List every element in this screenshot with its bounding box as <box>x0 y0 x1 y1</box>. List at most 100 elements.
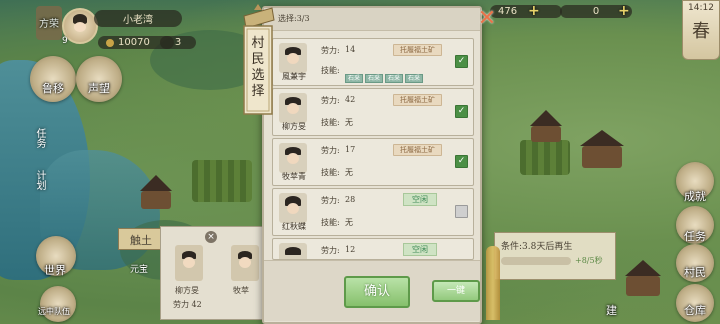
task-label: 任务 <box>684 230 706 243</box>
portrait-face <box>287 153 299 164</box>
portrait-face <box>287 203 299 214</box>
villager-row[interactable]: 風兼宇 劳力: 14 托履福土矿 技能: 石采 石采 石采 石采 ✓ <box>272 38 474 86</box>
fame-label: 声望 <box>88 82 110 95</box>
clock-time: 14:12 <box>688 3 714 13</box>
villager-portrait <box>279 143 307 173</box>
villager-row[interactable]: 牧苹青 劳力: 17 托履福土矿 技能: 无 ✓ <box>272 138 474 186</box>
skill-none: 无 <box>345 168 353 177</box>
check-icon: ✓ <box>457 106 466 116</box>
confirm-button[interactable]: 确认 <box>344 276 410 308</box>
villager-row[interactable]: 劳力: 12 空闲 <box>272 238 474 260</box>
wheat-icon <box>486 246 500 320</box>
player-name: 小老湾 <box>94 10 182 27</box>
plan-tab[interactable]: 计划 <box>32 170 47 190</box>
building[interactable] <box>580 130 624 168</box>
resource-1: 476 <box>490 5 562 18</box>
check-icon: ✓ <box>457 156 466 166</box>
extra-counter: 3 <box>160 36 196 49</box>
villager-card-panel: × 柳方旻 劳力 42 牧苹 <box>160 226 264 320</box>
power-label: 劳力: <box>321 46 340 55</box>
title-banner: 村民选择 <box>238 2 278 122</box>
close-icon[interactable]: × <box>205 231 217 243</box>
achievement-label: 成就 <box>684 190 706 203</box>
skill-none: 无 <box>345 118 353 127</box>
regen-rate: +8/5秒 <box>575 256 603 265</box>
mail-label: 鲁移 <box>42 82 64 95</box>
power-label: 劳力: <box>321 146 340 155</box>
regen-bar <box>501 257 571 265</box>
build-label[interactable]: 建 <box>606 302 617 318</box>
regen-text: 条件:3.8天后再生 <box>501 242 573 252</box>
building[interactable] <box>625 260 661 296</box>
status-tag: 空闲 <box>403 193 437 206</box>
close-icon[interactable]: ✕ <box>476 8 498 30</box>
skill-label: 技能: <box>321 118 340 127</box>
player-level: 9 <box>62 36 68 46</box>
power-label: 劳力: <box>321 246 340 255</box>
status-tag: 空闲 <box>403 243 437 256</box>
status-tag: 托履福土矿 <box>393 44 442 56</box>
world-label: 世界 <box>44 264 66 277</box>
mine-title: 触土 <box>130 234 152 247</box>
status-tag: 托履福土矿 <box>393 94 442 106</box>
villager-row[interactable]: 红秋蝶 劳力: 28 空闲 技能: 无 <box>272 188 474 236</box>
faction-badge[interactable]: 方荣 <box>36 6 62 40</box>
power-label: 劳力: <box>321 196 340 205</box>
power-label: 劳力: <box>321 96 340 105</box>
season-label: 春 <box>692 21 710 42</box>
warehouse-label: 仓库 <box>684 304 706 317</box>
resource-1-value: 476 <box>498 6 518 17</box>
coin-value: 10070 <box>118 37 150 48</box>
building[interactable] <box>140 175 172 209</box>
faction-label: 方荣 <box>39 19 59 30</box>
plus-icon[interactable]: + <box>528 3 540 19</box>
villager-portrait <box>279 93 307 123</box>
select-checkbox[interactable]: ✓ <box>455 155 468 168</box>
coin-icon <box>106 38 114 47</box>
power-value: 42 <box>345 95 356 104</box>
crop-field[interactable] <box>520 140 570 175</box>
check-icon: ✓ <box>457 56 466 66</box>
one-key-button[interactable]: 一键 <box>432 280 480 302</box>
skill-label: 技能: <box>321 66 340 75</box>
power-value: 28 <box>345 195 356 204</box>
select-checkbox[interactable] <box>455 205 468 218</box>
task-tab[interactable]: 任务 <box>32 128 47 148</box>
skill-badge: 石采 <box>365 74 384 83</box>
season-clock[interactable]: 14:12 春 <box>682 0 720 60</box>
plus-icon[interactable]: + <box>618 3 630 19</box>
portrait-face <box>183 257 195 268</box>
villager-label: 村民 <box>684 266 706 279</box>
villager-card-name: 牧苹 <box>233 286 249 295</box>
crop-field[interactable] <box>192 160 252 202</box>
power-value: 12 <box>345 245 356 254</box>
villager-portrait <box>279 193 307 223</box>
select-checkbox[interactable]: ✓ <box>455 105 468 118</box>
skill-badge: 石采 <box>345 74 364 83</box>
team-label: 远中队伍 <box>38 307 70 316</box>
villager-select-dialog: 选择:3/3 風兼宇 劳力: 14 托履福土矿 技能: 石采 石采 石采 石采 ✓ 柳… <box>262 6 482 324</box>
banner-title: 村民选择 <box>251 36 265 99</box>
villager-card-power: 劳力 42 <box>173 300 202 309</box>
status-tag: 托履福土矿 <box>393 144 442 156</box>
power-value: 14 <box>345 45 356 54</box>
villager-name: 牧苹青 <box>282 172 306 181</box>
skill-badge: 石采 <box>385 74 404 83</box>
portrait-face <box>239 257 251 268</box>
skill-none: 无 <box>345 218 353 227</box>
villager-card-portrait <box>231 245 259 281</box>
building[interactable] <box>530 110 562 142</box>
villager-name: 柳方旻 <box>282 122 306 131</box>
select-checkbox[interactable]: ✓ <box>455 55 468 68</box>
villager-row[interactable]: 柳方旻 劳力: 42 托履福土矿 技能: 无 ✓ <box>272 88 474 136</box>
portrait-hair <box>285 247 301 255</box>
power-value: 17 <box>345 145 356 154</box>
portrait-face <box>287 103 299 114</box>
resource-info-panel: 条件:3.8天后再生 +8/5秒 <box>494 232 616 280</box>
villager-card-name: 柳方旻 <box>175 286 199 295</box>
resource-2-value: 0 <box>592 6 600 17</box>
mine-plate: 触土 <box>118 228 164 250</box>
avatar-face <box>74 22 86 32</box>
villager-name: 風兼宇 <box>282 72 306 81</box>
dialog-header: 选择:3/3 <box>264 8 480 31</box>
